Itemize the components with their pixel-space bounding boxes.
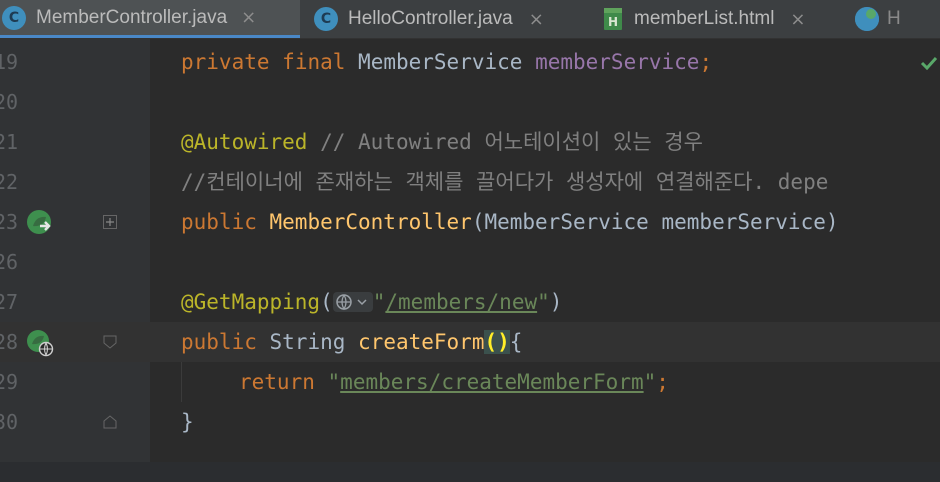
tab-label: memberList.html xyxy=(634,8,775,29)
svg-text:H: H xyxy=(608,15,618,29)
bean-navigation-icon[interactable] xyxy=(26,209,54,237)
code-line: 26 xyxy=(0,242,940,282)
code-text: return "members/createMemberForm"; xyxy=(239,370,669,394)
code-line: 23 public MemberController(MemberService… xyxy=(0,202,940,242)
code-line: 21 @Autowired // Autowired 어노테이션이 있는 경우 xyxy=(0,122,940,162)
code-line: 19 private final MemberService memberSer… xyxy=(0,42,940,82)
tab-label: HelloController.java xyxy=(348,8,513,29)
code-text: private final MemberService memberServic… xyxy=(181,50,713,74)
code-line: 30 } xyxy=(0,402,940,442)
editor-tab-bar: C MemberController.java × C HelloControl… xyxy=(0,0,940,39)
code-text: public MemberController(MemberService me… xyxy=(181,210,839,234)
code-editor[interactable]: 19 private final MemberService memberSer… xyxy=(0,39,940,462)
code-text: @Autowired // Autowired 어노테이션이 있는 경우 xyxy=(181,130,703,154)
java-class-icon: C xyxy=(2,5,26,30)
line-number: 19 xyxy=(0,50,19,74)
fold-icon[interactable] xyxy=(102,334,118,350)
tab-member-list-html[interactable]: H memberList.html × xyxy=(602,0,806,38)
code-line: 20 xyxy=(0,82,940,122)
code-line: 27 @GetMapping("/members/new") xyxy=(0,282,940,322)
tab-label: MemberController.java xyxy=(36,6,228,28)
code-text: } xyxy=(181,410,194,434)
check-icon xyxy=(920,56,938,70)
code-line-current: 28 public String createForm(){ xyxy=(0,322,940,362)
code-text: //컨테이너에 존재하는 객체를 끌어다가 생성자에 연결해준다. depe xyxy=(181,170,829,194)
close-icon[interactable]: × xyxy=(790,9,805,30)
tab-member-controller[interactable]: C MemberController.java × xyxy=(0,0,300,38)
code-line: 29 return "members/createMemberForm"; xyxy=(0,362,940,402)
html-file-icon: H xyxy=(602,7,624,31)
tab-hello-controller[interactable]: C HelloController.java × xyxy=(314,0,544,38)
line-number: 21 xyxy=(0,130,19,154)
line-number: 23 xyxy=(0,210,19,234)
globe-dropdown-icon[interactable] xyxy=(332,292,373,312)
java-class-icon: C xyxy=(314,7,338,31)
close-icon[interactable]: × xyxy=(241,7,256,28)
line-number: 20 xyxy=(0,90,19,114)
code-text: public String createForm(){ xyxy=(181,330,523,354)
code-text: @GetMapping("/members/new") xyxy=(181,290,563,314)
line-number: 27 xyxy=(0,290,19,314)
fold-icon[interactable] xyxy=(102,214,118,230)
web-endpoint-icon[interactable] xyxy=(26,329,54,357)
java-class-icon xyxy=(855,7,879,31)
indent-guide xyxy=(181,362,182,402)
line-number: 28 xyxy=(0,330,19,354)
fold-icon[interactable] xyxy=(102,414,118,430)
line-number: 29 xyxy=(0,370,19,394)
close-icon[interactable]: × xyxy=(529,9,544,30)
tab-overflow[interactable]: H xyxy=(855,0,901,38)
code-line: 22 //컨테이너에 존재하는 객체를 끌어다가 생성자에 연결해준다. dep… xyxy=(0,162,940,202)
line-number: 26 xyxy=(0,250,19,274)
line-number: 22 xyxy=(0,170,19,194)
line-number: 30 xyxy=(0,410,19,434)
tab-label: H xyxy=(887,8,901,29)
